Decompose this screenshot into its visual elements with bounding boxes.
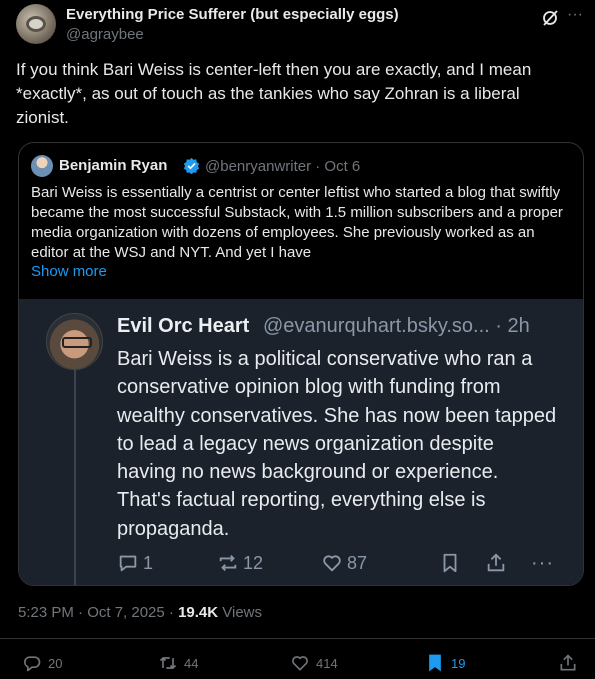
share-icon — [560, 654, 576, 671]
quoted-post-header: Benjamin Ryan @benryanwriter · Oct 6 — [31, 155, 571, 177]
like-icon — [292, 656, 308, 671]
bookmark-button[interactable]: 19 — [425, 652, 465, 674]
repost-count: 44 — [184, 655, 199, 671]
embedded-author-avatar — [46, 313, 103, 370]
embedded-reply: 1 — [117, 551, 153, 575]
quoted-author-avatar — [31, 155, 53, 177]
grok-icon[interactable] — [540, 8, 560, 28]
post-timestamp: 5:23 PM · Oct 7, 2025 · 19.4K Views — [18, 604, 262, 621]
author-avatar[interactable] — [16, 4, 56, 44]
quoted-author-meta: @benryanwriter · Oct 6 — [205, 158, 361, 175]
like-icon — [323, 555, 341, 572]
post-header: Everything Price Sufferer (but especiall… — [16, 4, 586, 48]
like-count: 414 — [316, 655, 338, 671]
show-more-link[interactable]: Show more — [31, 263, 107, 280]
embedded-reply-count: 1 — [143, 552, 154, 573]
repost-icon — [159, 656, 177, 670]
embedded-screenshot[interactable]: Evil Orc Heart @evanurquhart.bsky.so... … — [19, 299, 583, 585]
embedded-action-bar: 1 12 87 ··· — [117, 551, 557, 575]
embedded-author-name: Evil Orc Heart — [117, 315, 250, 337]
embedded-like-count: 87 — [347, 552, 368, 573]
views-label: Views — [218, 604, 263, 621]
embedded-post-text: Bari Weiss is a political conservative w… — [117, 348, 557, 540]
embedded-share — [485, 551, 511, 575]
reply-icon — [119, 555, 137, 572]
views-count: 19.4K — [178, 604, 219, 621]
quoted-post-text: Bari Weiss is essentially a centrist or … — [31, 184, 563, 261]
like-button[interactable]: 414 — [290, 652, 338, 674]
post-text: If you think Bari Weiss is center-left t… — [16, 60, 532, 127]
verified-badge-icon — [183, 157, 200, 174]
author-handle[interactable]: @agraybee — [66, 26, 144, 43]
more-icon[interactable]: ··· — [564, 6, 586, 28]
thread-line — [74, 369, 76, 585]
quoted-post[interactable]: Benjamin Ryan @benryanwriter · Oct 6 Bar… — [18, 142, 584, 586]
embedded-author-meta: @evanurquhart.bsky.so... · 2h — [263, 315, 530, 337]
repost-icon — [219, 555, 237, 571]
embedded-more-icon: ··· — [531, 551, 554, 574]
reply-count: 20 — [48, 655, 63, 671]
quoted-author-name: Benjamin Ryan — [59, 157, 168, 174]
embedded-repost: 12 — [217, 551, 263, 575]
reply-button[interactable]: 20 — [22, 652, 62, 674]
embedded-bookmark — [439, 551, 465, 575]
bookmark-icon — [443, 553, 457, 573]
divider — [0, 638, 595, 639]
author-display-name[interactable]: Everything Price Sufferer (but especiall… — [66, 6, 399, 23]
post-action-bar: 20 44 414 19 — [0, 648, 595, 676]
bookmark-icon — [429, 654, 441, 672]
embedded-like: 87 — [321, 551, 367, 575]
share-icon — [487, 553, 505, 572]
embedded-repost-count: 12 — [243, 552, 264, 573]
reply-icon — [24, 656, 41, 672]
timestamp-text[interactable]: 5:23 PM · Oct 7, 2025 · — [18, 604, 178, 621]
share-button[interactable] — [558, 652, 584, 674]
bookmark-count: 19 — [451, 655, 466, 671]
repost-button[interactable]: 44 — [158, 652, 198, 674]
